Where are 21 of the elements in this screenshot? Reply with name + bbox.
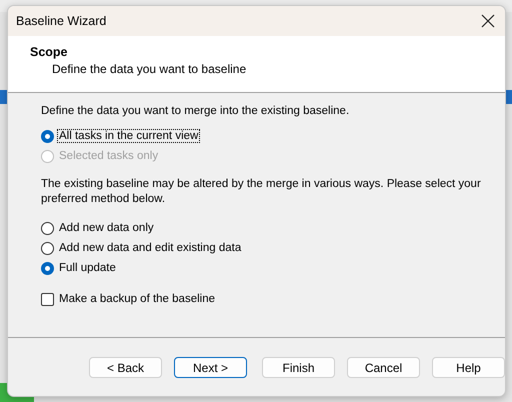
wizard-button[interactable]: Next > xyxy=(174,357,247,378)
wizard-button[interactable]: Cancel xyxy=(347,357,420,378)
option-label[interactable]: Add new data only xyxy=(57,221,156,235)
method-prompt: The existing baseline may be altered by the merge in various ways. Please select your preferred method below. xyxy=(41,177,482,207)
page-subtitle: Define the data you want to baseline xyxy=(52,62,248,76)
radio-button[interactable] xyxy=(41,222,54,234)
wizard-button[interactable]: Help xyxy=(432,357,505,378)
scope-prompt: Define the data you want to merge into the existing baseline. xyxy=(41,104,350,119)
close-icon[interactable] xyxy=(481,14,495,28)
radio-button[interactable] xyxy=(41,130,54,142)
checkbox[interactable] xyxy=(41,292,54,306)
wizard-button[interactable]: Finish xyxy=(262,357,335,378)
wizard-button[interactable]: < Back xyxy=(89,357,162,378)
option-label[interactable]: Full update xyxy=(57,261,118,275)
checkbox-label[interactable]: Make a backup of the baseline xyxy=(57,292,217,306)
option-label[interactable]: Add new data and edit existing data xyxy=(57,241,244,255)
radio-button[interactable] xyxy=(41,242,54,254)
page-title: Scope xyxy=(30,45,69,59)
window-title: Baseline Wizard xyxy=(16,14,106,28)
radio-button[interactable] xyxy=(41,262,54,274)
option-label[interactable]: All tasks in the current view xyxy=(57,129,200,143)
